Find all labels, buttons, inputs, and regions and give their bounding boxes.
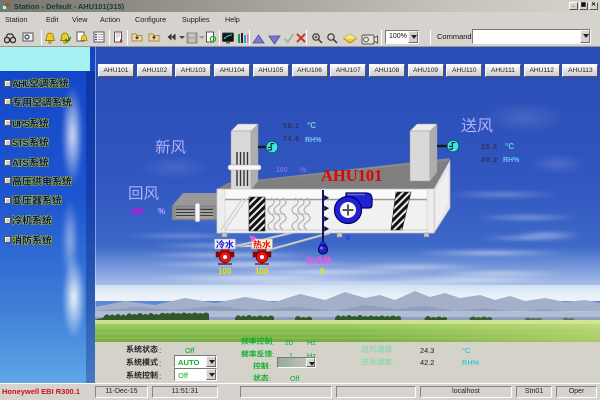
svg-text:58.1: 58.1: [283, 123, 300, 130]
svg-text:100: 100: [130, 207, 144, 216]
svg-text:0: 0: [320, 267, 325, 276]
svg-text:°C: °C: [307, 121, 316, 130]
svg-text:100: 100: [255, 267, 269, 276]
svg-text:74.6: 74.6: [283, 136, 300, 143]
svg-text:AHU101: AHU101: [321, 166, 382, 185]
svg-text:RH%: RH%: [305, 137, 322, 144]
svg-text:%: %: [158, 207, 165, 216]
svg-text:ATS: ATS: [12, 158, 28, 168]
svg-text:°C: °C: [505, 142, 514, 151]
svg-text:UPS: UPS: [12, 119, 29, 129]
svg-text:%: %: [300, 167, 307, 174]
svg-text:25.6: 25.6: [481, 144, 498, 151]
svg-text:40.2: 40.2: [481, 157, 498, 164]
svg-text:100: 100: [276, 167, 288, 174]
svg-text:0: 0: [346, 235, 350, 242]
svg-text:STS: STS: [12, 138, 29, 148]
svg-text:AHU: AHU: [12, 79, 29, 89]
svg-text:RH%: RH%: [503, 157, 520, 164]
svg-text:100: 100: [218, 267, 232, 276]
